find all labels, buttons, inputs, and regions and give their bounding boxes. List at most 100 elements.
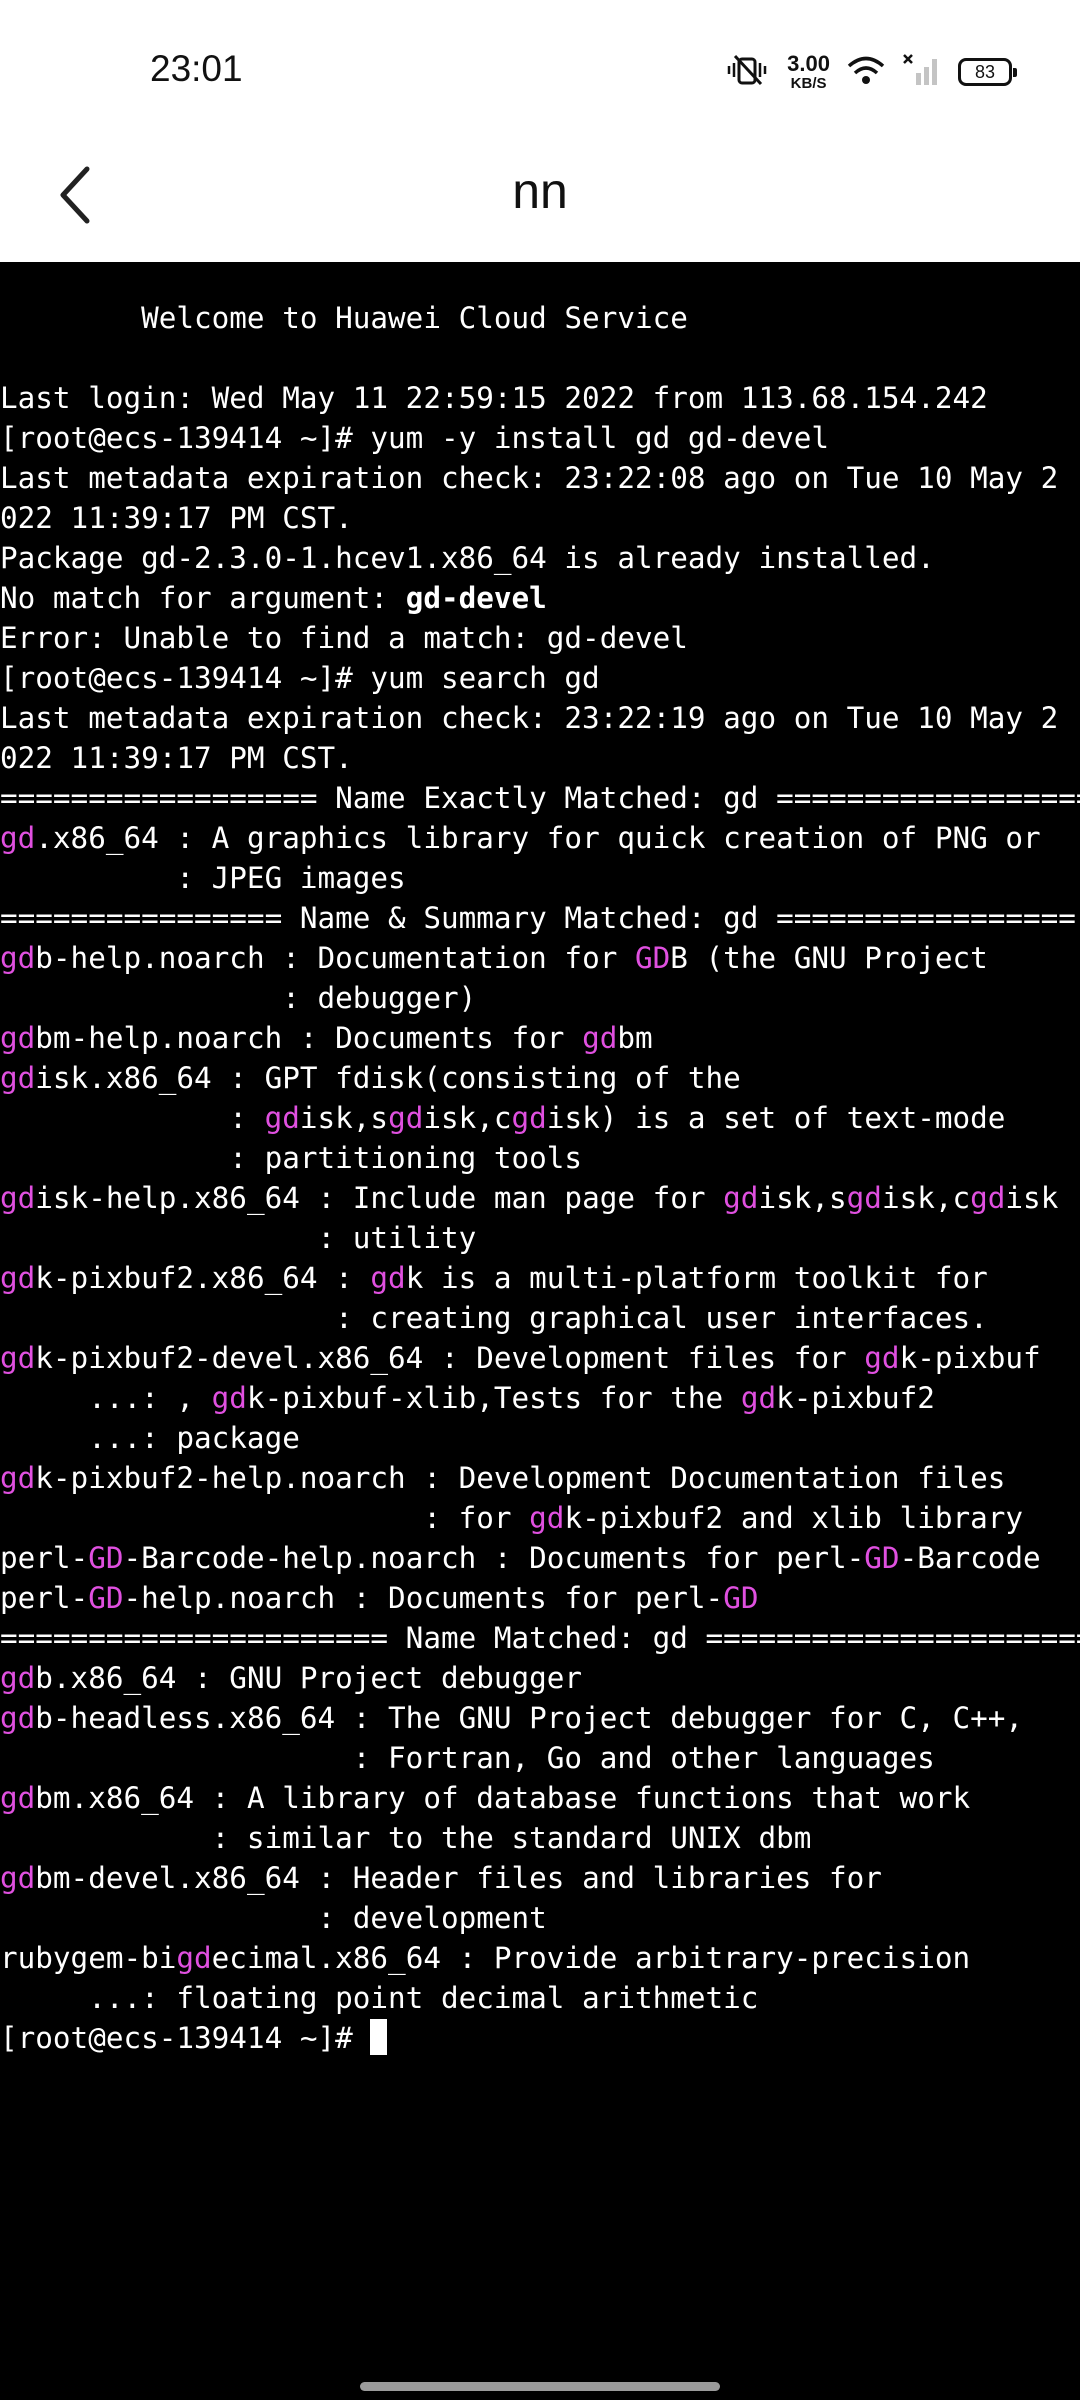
terminal-line: [root@ecs-139414 ~]# yum search gd bbox=[0, 658, 1080, 698]
match-highlight: gd bbox=[511, 1101, 547, 1135]
status-time: 23:01 bbox=[150, 48, 243, 89]
terminal-line: : Fortran, Go and other languages bbox=[0, 1738, 1080, 1778]
terminal-text: isk bbox=[1005, 1181, 1059, 1215]
terminal-line: gdb-headless.x86_64 : The GNU Project de… bbox=[0, 1698, 1080, 1738]
terminal-text: isk,c bbox=[881, 1181, 971, 1215]
terminal-cursor bbox=[370, 2019, 388, 2055]
terminal-text: bm.x86_64 : A library of database functi… bbox=[35, 1781, 971, 1815]
terminal-line: Last metadata expiration check: 23:22:08… bbox=[0, 458, 1080, 498]
terminal-line: gdb.x86_64 : GNU Project debugger bbox=[0, 1658, 1080, 1698]
terminal-line: Package gd-2.3.0-1.hcev1.x86_64 is alrea… bbox=[0, 538, 1080, 578]
status-bar: 23:01 3.00 KB/S 83 bbox=[0, 0, 1080, 140]
match-highlight: gd bbox=[0, 1021, 36, 1055]
terminal-text: isk-help.x86_64 : Include man page for bbox=[35, 1181, 724, 1215]
terminal-text: perl- bbox=[0, 1581, 89, 1615]
terminal-text: : development bbox=[0, 1901, 547, 1935]
terminal-text: ================== Name Exactly Matched:… bbox=[0, 781, 1080, 815]
match-highlight: GD bbox=[723, 1581, 759, 1615]
match-highlight: gd bbox=[582, 1021, 618, 1055]
match-highlight: gd bbox=[0, 1661, 36, 1695]
match-highlight: GD bbox=[88, 1581, 124, 1615]
terminal-text: bm-help.noarch : Documents for bbox=[35, 1021, 583, 1055]
terminal-text: -Barcode bbox=[899, 1541, 1041, 1575]
terminal-text: -Barcode-help.noarch : Documents for per… bbox=[123, 1541, 865, 1575]
terminal-text: ecimal.x86_64 : Provide arbitrary-precis… bbox=[211, 1941, 971, 1975]
terminal-line: : creating graphical user interfaces. bbox=[0, 1298, 1080, 1338]
match-highlight: gd bbox=[0, 1701, 36, 1735]
terminal-text: k-pixbuf2 bbox=[776, 1381, 935, 1415]
terminal-line: [root@ecs-139414 ~]# bbox=[0, 2018, 1080, 2058]
title-bar: nn bbox=[0, 140, 1080, 262]
terminal-line: gdk-pixbuf2-help.noarch : Development Do… bbox=[0, 1458, 1080, 1498]
terminal-text: B (the GNU Project bbox=[670, 941, 988, 975]
page-title: nn bbox=[512, 163, 568, 219]
terminal-text: [root@ecs-139414 ~]# yum -y install gd g… bbox=[0, 421, 829, 455]
terminal-text: isk) is a set of text-mode bbox=[546, 1101, 1006, 1135]
terminal-line: gd isk-help.x86_64 : Include man page for… bbox=[0, 1178, 1080, 1218]
terminal-text: b-help.noarch : Documentation for bbox=[35, 941, 635, 975]
network-speed-unit: KB/S bbox=[790, 75, 827, 92]
terminal-line: ...: , gdk-pixbuf-xlib,Tests for the gdk… bbox=[0, 1378, 1080, 1418]
terminal-line: ...: floating point decimal arithmetic bbox=[0, 1978, 1080, 2018]
match-highlight: gd bbox=[864, 1341, 900, 1375]
terminal-line: : utility bbox=[0, 1218, 1080, 1258]
terminal-text: ...: , bbox=[0, 1381, 212, 1415]
terminal-text: : JPEG images bbox=[0, 861, 406, 895]
terminal-output: Welcome to Huawei Cloud Service Last logi… bbox=[0, 298, 1080, 2058]
terminal-text: k-pixbuf2-devel.x86_64 : Development fil… bbox=[35, 1341, 865, 1375]
terminal-text: -help.noarch : Documents for perl- bbox=[123, 1581, 724, 1615]
home-indicator[interactable] bbox=[360, 2382, 720, 2391]
terminal-text: Error: Unable to find a match: gd-devel bbox=[0, 621, 688, 655]
terminal-text: isk,s bbox=[299, 1101, 389, 1135]
match-highlight: gd bbox=[370, 1261, 406, 1295]
terminal-line: gdbm-devel.x86_64 : Header files and lib… bbox=[0, 1858, 1080, 1898]
terminal-text: isk,s bbox=[758, 1181, 847, 1215]
network-speed-value: 3.00 bbox=[787, 51, 830, 76]
terminal-text: ...: floating point decimal arithmetic bbox=[0, 1981, 759, 2015]
terminal-view[interactable]: Welcome to Huawei Cloud Service Last logi… bbox=[0, 262, 1080, 2400]
terminal-text: : utility bbox=[0, 1221, 477, 1255]
match-highlight: gd bbox=[0, 1061, 36, 1095]
terminal-line: Last login: Wed May 11 22:59:15 2022 fro… bbox=[0, 378, 1080, 418]
terminal-text: b-headless.x86_64 : The GNU Project debu… bbox=[35, 1701, 1024, 1735]
terminal-text: : partitioning tools bbox=[0, 1141, 583, 1175]
terminal-text: ...: package bbox=[0, 1421, 300, 1455]
terminal-line: 022 11:39:17 PM CST. bbox=[0, 498, 1080, 538]
match-highlight: gd bbox=[0, 1461, 36, 1495]
terminal-line: 022 11:39:17 PM CST. bbox=[0, 738, 1080, 778]
terminal-line: : partitioning tools bbox=[0, 1138, 1080, 1178]
terminal-line: gdk-pixbuf2.x86_64 : gdk is a multi-plat… bbox=[0, 1258, 1080, 1298]
terminal-line: perl-GD-Barcode-help.noarch : Documents … bbox=[0, 1538, 1080, 1578]
match-highlight: gd bbox=[388, 1101, 424, 1135]
terminal-text: ================ Name & Summary Matched:… bbox=[0, 901, 1076, 935]
terminal-line: Last metadata expiration check: 23:22:19… bbox=[0, 698, 1080, 738]
match-highlight: gd bbox=[740, 1381, 777, 1415]
terminal-text: isk.x86_64 : GPT fdisk(consisting of the bbox=[35, 1061, 741, 1095]
match-highlight: gd bbox=[176, 1941, 212, 1975]
terminal-text: isk,c bbox=[423, 1101, 512, 1135]
terminal-line: No match for argument: gd-devel bbox=[0, 578, 1080, 618]
match-highlight: gd bbox=[529, 1501, 565, 1535]
terminal-line: ================== Name Exactly Matched:… bbox=[0, 778, 1080, 818]
terminal-text: Welcome to Huawei Cloud Service bbox=[0, 301, 688, 335]
terminal-line: Error: Unable to find a match: gd-devel bbox=[0, 618, 1080, 658]
terminal-line: ================ Name & Summary Matched:… bbox=[0, 898, 1080, 938]
terminal-line: ====================== Name Matched: gd … bbox=[0, 1618, 1080, 1658]
terminal-line: : development bbox=[0, 1898, 1080, 1938]
match-highlight: gd bbox=[970, 1181, 1006, 1215]
terminal-line: rubygem-bigdecimal.x86_64 : Provide arbi… bbox=[0, 1938, 1080, 1978]
match-highlight: gd bbox=[846, 1181, 882, 1215]
match-highlight: gd bbox=[264, 1101, 300, 1135]
wifi-icon bbox=[846, 53, 886, 92]
terminal-line: gd.x86_64 : A graphics library for quick… bbox=[0, 818, 1080, 858]
terminal-text: .x86_64 : A graphics library for quick c… bbox=[35, 821, 1041, 855]
terminal-line: : gdisk,sgdisk,cgdisk) is a set of text-… bbox=[0, 1098, 1080, 1138]
match-highlight: gd bbox=[0, 1781, 36, 1815]
terminal-text: Last metadata expiration check: 23:22:19… bbox=[0, 701, 1059, 735]
terminal-text: [root@ecs-139414 ~]# yum search gd bbox=[0, 661, 600, 695]
match-highlight: gd bbox=[0, 1261, 36, 1295]
terminal-line: gdbm.x86_64 : A library of database func… bbox=[0, 1778, 1080, 1818]
terminal-text: bm bbox=[617, 1021, 653, 1055]
terminal-text: : creating graphical user interfaces. bbox=[0, 1301, 988, 1335]
terminal-line: perl-GD-help.noarch : Documents for perl… bbox=[0, 1578, 1080, 1618]
